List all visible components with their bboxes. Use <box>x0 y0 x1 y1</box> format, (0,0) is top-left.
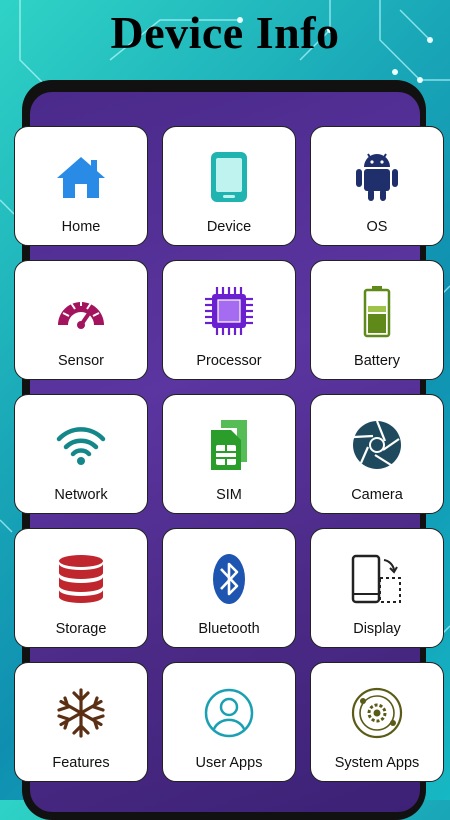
tile-label: SIM <box>216 487 242 503</box>
tile-display[interactable]: Display <box>310 528 444 648</box>
tile-os[interactable]: OS <box>310 126 444 246</box>
tile-device[interactable]: Device <box>162 126 296 246</box>
aperture-icon <box>349 417 405 473</box>
tile-label: Processor <box>196 353 262 369</box>
page-title: Device Info <box>110 7 340 58</box>
settings-orbit-icon <box>349 685 405 741</box>
tile-network[interactable]: Network <box>14 394 148 514</box>
tile-label: Display <box>353 621 401 637</box>
tile-label: Storage <box>55 621 107 637</box>
tile-system-apps[interactable]: System Apps <box>310 662 444 782</box>
tile-label: Bluetooth <box>198 621 260 637</box>
sim-icon <box>201 417 257 473</box>
tile-processor[interactable]: Processor <box>162 260 296 380</box>
battery-icon <box>349 283 405 339</box>
tile-label: User Apps <box>195 755 263 771</box>
tile-label: OS <box>366 219 388 235</box>
tile-bluetooth[interactable]: Bluetooth <box>162 528 296 648</box>
snowflake-icon <box>53 685 109 741</box>
rotate-screen-icon <box>349 551 405 607</box>
tile-label: Home <box>61 219 101 235</box>
tile-label: System Apps <box>334 755 420 771</box>
tile-battery[interactable]: Battery <box>310 260 444 380</box>
android-icon <box>349 149 405 205</box>
tile-label: Battery <box>354 353 400 369</box>
tile-sim[interactable]: SIM <box>162 394 296 514</box>
tile-label: Network <box>54 487 108 503</box>
tile-features[interactable]: Features <box>14 662 148 782</box>
user-icon <box>201 685 257 741</box>
tile-label: Device <box>206 219 252 235</box>
menu-grid: Home Device OS Sensor Processor Battery … <box>14 126 444 786</box>
bluetooth-icon <box>201 551 257 607</box>
tile-label: Sensor <box>58 353 104 369</box>
tile-storage[interactable]: Storage <box>14 528 148 648</box>
tile-label: Camera <box>351 487 403 503</box>
gauge-icon <box>53 283 109 339</box>
tile-sensor[interactable]: Sensor <box>14 260 148 380</box>
device-icon <box>201 149 257 205</box>
chip-icon <box>201 283 257 339</box>
tile-home[interactable]: Home <box>14 126 148 246</box>
tile-camera[interactable]: Camera <box>310 394 444 514</box>
wifi-icon <box>53 417 109 473</box>
home-icon <box>53 149 109 205</box>
tile-label: Features <box>52 755 110 771</box>
database-icon <box>53 551 109 607</box>
tile-user-apps[interactable]: User Apps <box>162 662 296 782</box>
